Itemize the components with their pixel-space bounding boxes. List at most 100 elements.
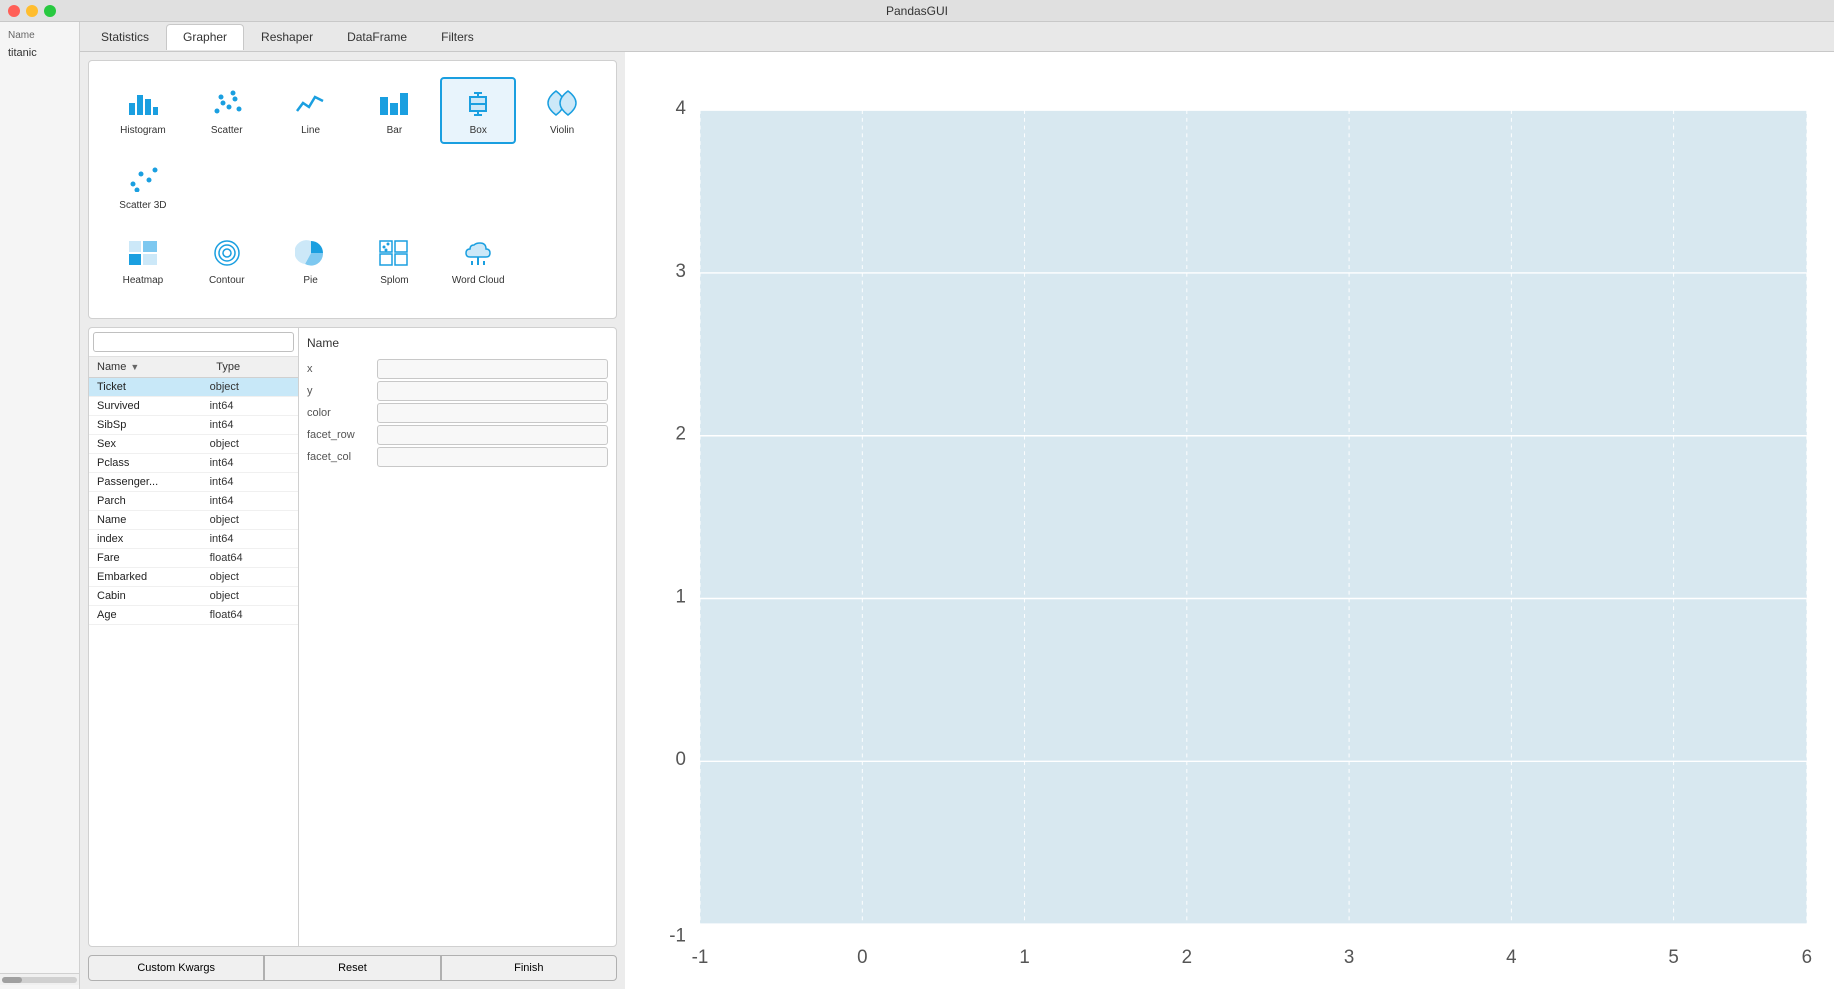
svg-text:1: 1 [1019, 947, 1029, 968]
var-row[interactable]: Survivedint64 [89, 397, 298, 416]
chart-type-wordcloud[interactable]: Word Cloud [440, 227, 516, 294]
histogram-label: Histogram [120, 125, 166, 136]
drop-targets-panel: Name x y color facet_row facet_col [299, 328, 616, 946]
line-label: Line [301, 125, 320, 136]
chart-type-pie[interactable]: Pie [273, 227, 349, 294]
tab-dataframe[interactable]: DataFrame [330, 24, 424, 50]
sidebar-header: Name [0, 26, 79, 43]
svg-text:4: 4 [1506, 947, 1517, 968]
var-row[interactable]: Parchint64 [89, 492, 298, 511]
sidebar-scrollbar[interactable] [0, 973, 79, 985]
controls-area: Name ▼ Type TicketobjectSurvivedint64Sib… [88, 327, 617, 947]
scatter3d-label: Scatter 3D [119, 200, 166, 211]
line-icon [293, 85, 329, 121]
finish-button[interactable]: Finish [441, 955, 617, 981]
var-row[interactable]: Embarkedobject [89, 568, 298, 587]
svg-text:3: 3 [1344, 947, 1354, 968]
bar-label: Bar [387, 125, 403, 136]
tab-grapher[interactable]: Grapher [166, 24, 244, 50]
violin-label: Violin [550, 125, 574, 136]
variable-list-panel: Name ▼ Type TicketobjectSurvivedint64Sib… [89, 328, 299, 946]
tabbar: Statistics Grapher Reshaper DataFrame Fi… [80, 22, 1834, 52]
drop-target-label-facet_col: facet_col [307, 451, 377, 463]
chart-type-grid-container: Histogram [88, 60, 617, 319]
drop-target-input-y[interactable] [377, 381, 608, 401]
scrollbar-track [2, 977, 77, 983]
svg-text:0: 0 [857, 947, 867, 968]
var-row[interactable]: Pclassint64 [89, 454, 298, 473]
titlebar: PandasGUI [0, 0, 1834, 22]
bar-icon [376, 85, 412, 121]
svg-text:3: 3 [676, 261, 686, 282]
chart-area: 4 3 2 1 0 -1 -1 0 1 2 3 4 5 6 [625, 52, 1834, 989]
var-row[interactable]: Nameobject [89, 511, 298, 530]
custom-kwargs-button[interactable]: Custom Kwargs [88, 955, 264, 981]
var-row[interactable]: Ticketobject [89, 378, 298, 397]
tab-reshaper[interactable]: Reshaper [244, 24, 330, 50]
chart-type-histogram[interactable]: Histogram [105, 77, 181, 144]
chart-type-grid: Histogram [105, 77, 600, 219]
scrollbar-thumb [2, 977, 22, 983]
chart-type-violin[interactable]: Violin [524, 77, 600, 144]
svg-text:-1: -1 [692, 947, 709, 968]
violin-icon [544, 85, 580, 121]
var-search-input[interactable] [93, 332, 294, 352]
chart-type-bar[interactable]: Bar [357, 77, 433, 144]
drop-target-facet_row: facet_row [307, 424, 608, 446]
chart-type-scatter3d[interactable]: Scatter 3D [105, 152, 181, 219]
drop-target-x: x [307, 358, 608, 380]
drop-target-input-facet_row[interactable] [377, 425, 608, 445]
splom-label: Splom [380, 275, 408, 286]
var-row[interactable]: Farefloat64 [89, 549, 298, 568]
drop-target-header: Name [307, 336, 608, 354]
chart-type-scatter[interactable]: Scatter [189, 77, 265, 144]
main-content: Statistics Grapher Reshaper DataFrame Fi… [80, 22, 1834, 989]
svg-text:-1: -1 [669, 925, 686, 946]
splom-icon [376, 235, 412, 271]
maximize-button[interactable] [44, 5, 56, 17]
drop-target-label-y: y [307, 385, 377, 397]
drop-target-label-x: x [307, 363, 377, 375]
var-row[interactable]: SibSpint64 [89, 416, 298, 435]
tab-filters[interactable]: Filters [424, 24, 491, 50]
chart-type-contour[interactable]: Contour [189, 227, 265, 294]
drop-target-input-facet_col[interactable] [377, 447, 608, 467]
sort-icon: ▼ [130, 362, 139, 372]
pie-icon [293, 235, 329, 271]
box-label: Box [470, 125, 487, 136]
heatmap-label: Heatmap [123, 275, 164, 286]
chart-type-heatmap[interactable]: Heatmap [105, 227, 181, 294]
close-button[interactable] [8, 5, 20, 17]
bottom-buttons: Custom Kwargs Reset Finish [88, 955, 617, 981]
var-search [89, 328, 298, 357]
var-row[interactable]: Passenger...int64 [89, 473, 298, 492]
minimize-button[interactable] [26, 5, 38, 17]
var-type-header: Type [208, 357, 298, 377]
var-row[interactable]: Agefloat64 [89, 606, 298, 625]
drop-target-input-color[interactable] [377, 403, 608, 423]
scatter3d-icon [125, 160, 161, 196]
wordcloud-label: Word Cloud [452, 275, 505, 286]
chart-type-box[interactable]: Box [440, 77, 516, 144]
chart-type-grid-row2: Heatmap Contour [105, 227, 600, 294]
chart-svg: 4 3 2 1 0 -1 -1 0 1 2 3 4 5 6 [625, 52, 1834, 989]
var-row[interactable]: Sexobject [89, 435, 298, 454]
drop-target-input-x[interactable] [377, 359, 608, 379]
chart-type-splom[interactable]: Splom [357, 227, 433, 294]
svg-text:4: 4 [676, 98, 687, 119]
box-icon [460, 85, 496, 121]
sidebar-item-titanic[interactable]: titanic [0, 43, 79, 63]
drop-target-y: y [307, 380, 608, 402]
var-row[interactable]: indexint64 [89, 530, 298, 549]
left-panel: Histogram [80, 52, 625, 989]
var-name-header: Name ▼ [89, 357, 208, 377]
drop-target-facet_col: facet_col [307, 446, 608, 468]
reset-button[interactable]: Reset [264, 955, 440, 981]
tab-statistics[interactable]: Statistics [84, 24, 166, 50]
scatter-icon [209, 85, 245, 121]
var-row[interactable]: Cabinobject [89, 587, 298, 606]
contour-label: Contour [209, 275, 245, 286]
drop-target-label-color: color [307, 407, 377, 419]
window-controls[interactable] [8, 5, 56, 17]
chart-type-line[interactable]: Line [273, 77, 349, 144]
